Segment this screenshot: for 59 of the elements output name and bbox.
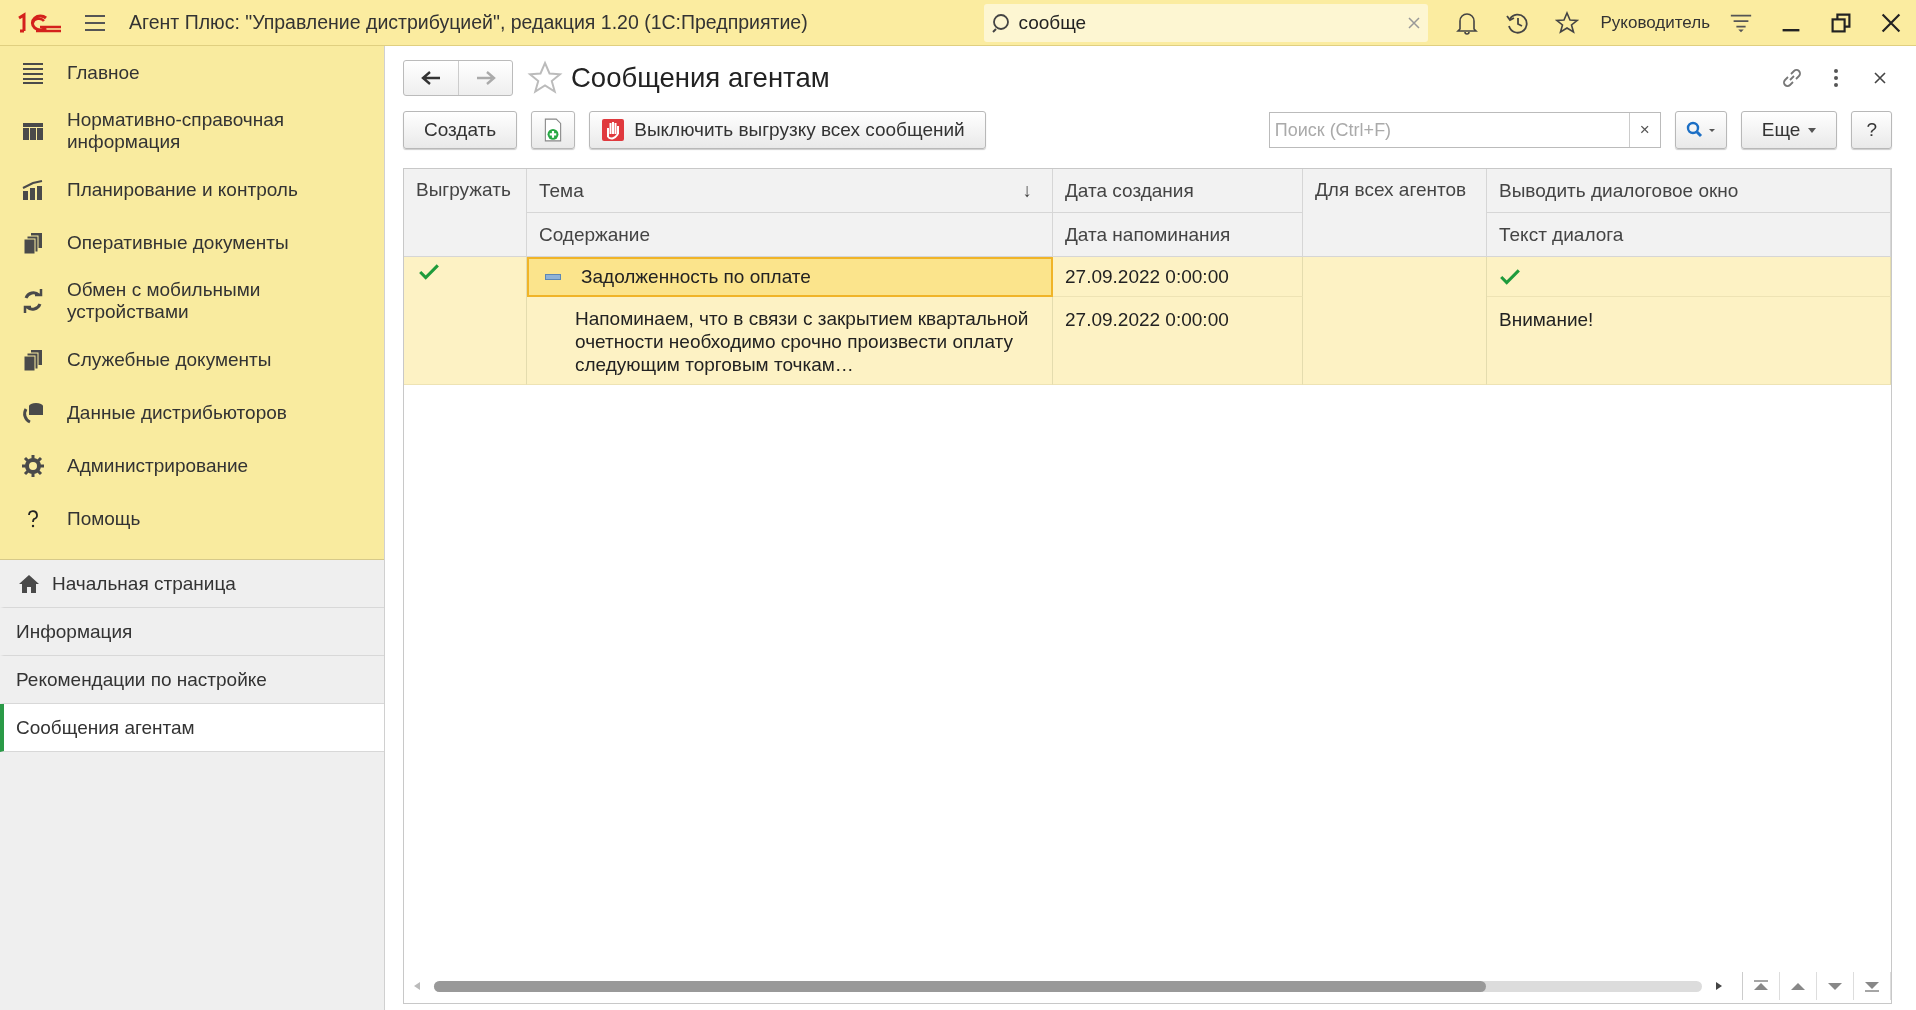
help-button[interactable]: ? [1851,111,1892,149]
documents-icon [21,347,45,372]
home-icon [18,573,40,594]
window-title: Агент Плюс: "Управление дистрибуцией", редакция 1.20 (1С:Предприятие) [129,11,808,34]
search-button[interactable] [1674,111,1727,149]
clear-icon[interactable] [1408,16,1421,29]
search-icon [1685,121,1716,139]
table-cell[interactable]: Задолженность по оплате [527,257,1053,297]
table-cell: Внимание! [1487,297,1891,385]
section-link[interactable]: Нормативно-справочная информация [67,109,327,153]
scroll-right-icon[interactable] [1716,982,1722,990]
more-button[interactable]: Еще [1740,111,1838,149]
form-title: Сообщения агентам [571,62,830,94]
database-icon [21,400,45,425]
section-link[interactable]: Данные дистрибьюторов [67,401,327,424]
search-field[interactable]: сообще [984,3,1429,42]
link-icon[interactable] [1780,66,1804,90]
column-header[interactable]: Тема ↓ [527,169,1053,213]
user-name[interactable]: Руководитель [1600,12,1710,33]
column-header[interactable]: Содержание [527,213,1053,257]
column-header[interactable]: Дата напоминания [1053,213,1303,257]
refresh-icon [21,289,45,313]
section-link[interactable]: Администрирование [67,454,327,477]
section-link[interactable]: Оперативные документы [67,231,327,254]
star-icon[interactable] [1555,10,1580,35]
forward-arrow-icon [475,71,496,85]
table-cell: 27.09.2022 0:00:00 [1053,257,1303,297]
column-header[interactable]: Дата создания [1053,169,1303,213]
column-header[interactable]: Текст диалога [1487,213,1891,257]
horizontal-scrollbar[interactable] [434,980,1702,992]
add-document-button[interactable] [531,111,576,149]
open-page-tab[interactable]: Сообщения агентам [0,704,384,752]
record-icon [545,273,561,281]
gear-icon [21,453,45,478]
chart-icon [21,177,45,202]
column-header[interactable]: Выгружать [404,169,527,257]
table-cell: Напоминаем, что в связи с закрытием квартальной очетности необходимо срочно произвести оплату следующим торговым точкам… [527,297,1053,385]
clear-button[interactable]: × [1628,113,1660,147]
search-field[interactable]: Поиск (Ctrl+F) × [1268,112,1661,148]
table-cell: 27.09.2022 0:00:00 [1053,297,1303,385]
disable-export-button[interactable]: Выключить выгрузку всех сообщений [589,111,986,149]
caret-icon [1808,127,1817,133]
back-arrow-icon [421,71,441,85]
column-header[interactable]: Выводить диалоговое окно [1487,169,1891,213]
open-page-tab[interactable]: Начальная страница [0,560,384,608]
create-button[interactable]: Создать [403,111,518,149]
column-header[interactable]: Для всех агентов [1303,169,1487,257]
section-link[interactable]: Помощь [67,507,327,530]
section-link[interactable]: Обмен с мобильными устройствами [67,279,327,323]
section-link[interactable]: Служебные документы [67,348,327,371]
stop-hand-icon [602,119,625,141]
list-icon [21,60,45,85]
section-link[interactable]: Главное [67,61,327,84]
open-page-tab[interactable]: Информация [0,608,384,656]
documents-icon [21,230,45,255]
star-icon[interactable] [527,60,563,96]
bell-icon[interactable] [1455,10,1480,35]
section-link[interactable]: Планирование и контроль [67,178,327,201]
logo-icon [16,11,62,34]
